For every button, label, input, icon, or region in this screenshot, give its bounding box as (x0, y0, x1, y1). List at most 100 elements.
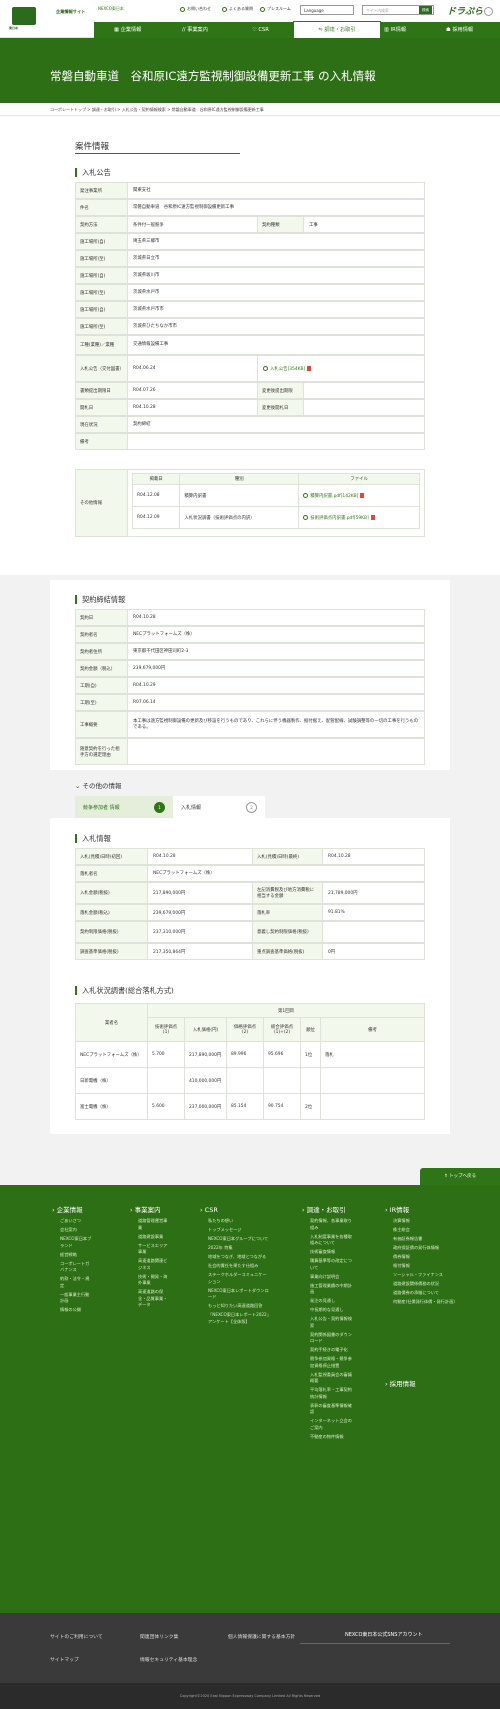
footer-column-title[interactable]: › CSR (200, 1206, 270, 1214)
menu-icon[interactable] (484, 7, 493, 16)
status-heading: 入札状況調書(総合落札方式) (75, 986, 174, 995)
footer-column-title[interactable]: › 採用情報 (385, 1380, 455, 1388)
footer-link[interactable]: 契約情報、各事業取り組み (310, 1218, 352, 1231)
footer-link[interactable]: 約款・法令・規定 (60, 1276, 92, 1289)
footer-link[interactable]: 地域をつなぎ、地域とつながる (208, 1254, 270, 1261)
site-title[interactable]: 企業情報サイト (56, 9, 86, 15)
footer-link[interactable]: NEXCO東日本グループについて (208, 1236, 270, 1243)
tab-competitor-info[interactable]: 競争参加者 情報 1 (75, 796, 173, 818)
footer-link[interactable]: 発注の見通し (310, 1298, 352, 1305)
footer-link[interactable]: 私たちの想い (208, 1218, 270, 1225)
footer-link[interactable]: 技術審査情報 (310, 1249, 352, 1256)
footer-link[interactable]: 「NEXCO東日本レポート2022」アンケート【全体版】 (208, 1312, 270, 1325)
row-value: 本工事は遠方監視制御設備の更新及び移設を行うものであり、これらに伴う機器製作、据… (133, 718, 419, 730)
footer-link[interactable]: 高速道路の保全・品質事業・データ (138, 1289, 170, 1309)
tab-bid-info[interactable]: 入札情報 2 (173, 796, 265, 818)
footer-link[interactable]: ステークホルダーコミュニケーション (208, 1272, 270, 1285)
download-icon (263, 366, 268, 371)
footer-link[interactable]: 情報の公開 (60, 1307, 92, 1314)
footer-column-title[interactable]: › 企業情報 (52, 1206, 92, 1214)
footer-link[interactable]: 会社案内 (60, 1227, 92, 1234)
bottom-link-security[interactable]: 情報セキュリティ基本理念 (140, 1656, 197, 1663)
bottom-link-related[interactable]: 関連団体リンク集 (140, 1633, 178, 1640)
footer-link[interactable]: 事業向け説明会 (310, 1274, 352, 1281)
footer-link[interactable]: NEXCO東日本ブランド (60, 1236, 92, 1249)
footer-column-title[interactable]: › 事業案内 (130, 1206, 170, 1214)
breadcrumb-item[interactable]: コーポレートトップ (50, 107, 86, 112)
nav-item-business[interactable]: // 事業案内 (182, 22, 208, 38)
table-row: 施工場所(自) 茨城県坂川市 (75, 267, 425, 284)
row-value: 21,789,000円 (328, 891, 358, 896)
footer-link[interactable]: ソーシャル・ファイナンス (393, 1272, 455, 1279)
footer-link[interactable]: サービスエリア事業 (138, 1243, 170, 1256)
footer-link[interactable]: 中長期的な見通し (310, 1307, 352, 1314)
footer-link[interactable]: 経営戦略 (60, 1252, 92, 1259)
footer-link[interactable]: 入札制度事業を各種取組みについて (310, 1234, 352, 1247)
footer-link[interactable]: 契約関係図書のダウンロード (310, 1332, 352, 1345)
language-select[interactable]: Language (300, 5, 354, 15)
table-row: NECプラットフォームズ（株） 5.700 217,890,000円 89.996 95… (75, 1041, 425, 1068)
footer-link[interactable]: コーポレートガバナンス (60, 1261, 92, 1274)
breadcrumb-item[interactable]: 調達・お取引 (92, 107, 116, 112)
footer-link[interactable]: 施工管理業績の中期計画 (310, 1283, 352, 1296)
footer-link[interactable]: 一般事業主行動計画 (60, 1292, 92, 1305)
footer-link[interactable]: 決算情報 (393, 1218, 455, 1225)
nav-item-recruit[interactable]: ☗ 採用情報 (446, 22, 473, 38)
footer-link[interactable]: 株主総会 (393, 1227, 455, 1234)
nav-item-csr[interactable]: ♡ CSR (252, 22, 269, 38)
footer-link[interactable]: 不動産の物件情報 (310, 1434, 352, 1441)
file-link[interactable]: 積算内訳書.pdf[142KB] (298, 484, 420, 507)
footer-link[interactable]: 道路建設事業 (138, 1234, 170, 1241)
footer-link[interactable]: 入札監視委員会の審議概要 (310, 1372, 352, 1385)
footer-link[interactable]: 道路建設関係債務の状況 (393, 1281, 455, 1288)
footer-link[interactable]: もっと知りたい高速道路回答 (208, 1303, 270, 1310)
footer-column-title[interactable]: › 調達・お取引 (302, 1206, 352, 1214)
footer-link[interactable]: 政府保証債の発行体情報 (393, 1245, 455, 1252)
drapura-logo[interactable]: ドラぷら (447, 4, 483, 17)
col-header: 総合評価点(1)+(2) (263, 1017, 301, 1042)
footer-column-title[interactable]: › IR情報 (385, 1206, 455, 1214)
file-link[interactable]: 技術評価点内訳書.pdf[59KB] (298, 506, 420, 529)
nav-item-corporate[interactable]: ▦ 企業情報 (114, 22, 141, 38)
bottom-link-privacy[interactable]: 個人情報保護に関する基本方針 (228, 1633, 295, 1640)
footer-link[interactable]: トップメッセージ (208, 1227, 270, 1234)
footer-link[interactable]: 契約手続きの電子化 (310, 1347, 352, 1354)
row-label: 現在状況 (76, 417, 128, 432)
search-button[interactable]: 検索 (419, 6, 432, 14)
footer-link[interactable]: 入札公告・契約情報検索 (310, 1316, 352, 1329)
bottom-link-usage[interactable]: サイトのご利用について (50, 1633, 103, 1640)
nexco-logo[interactable] (12, 7, 36, 25)
footer-link[interactable]: 道路管理運営事業 (138, 1218, 170, 1231)
util-link-press[interactable]: プレスルーム (260, 6, 291, 14)
util-link-contact[interactable]: お問い合わせ (180, 6, 211, 14)
breadcrumb-item[interactable]: 入札公告・契約情報検索 (122, 107, 166, 112)
footer-link[interactable]: 格付情報 (393, 1263, 455, 1270)
util-link-faq[interactable]: よくある質問 (222, 6, 253, 14)
footer-link[interactable]: 社会的責任を果たす仕組み (208, 1263, 270, 1270)
back-to-top-button[interactable]: ⇑ トップへ戻る (420, 1168, 500, 1185)
row-value: R04.07.26 (128, 383, 258, 398)
nav-item-ir[interactable]: ▥ IR情報 (384, 22, 406, 38)
footer-link[interactable]: 表彰の審査基準情報確認 (310, 1403, 352, 1416)
footer-link[interactable]: 競争参加資格・競争参加資格停止措置 (310, 1356, 352, 1369)
footer-link[interactable]: 債券情報 (393, 1254, 455, 1261)
cell-peval: 85.154 (226, 1093, 264, 1120)
footer-link[interactable]: 道路債券の承継について (393, 1290, 455, 1297)
divider (0, 115, 500, 116)
top-link[interactable]: NEXCO東日本 (98, 6, 124, 12)
bottom-link-sitemap[interactable]: サイトマップ (50, 1656, 79, 1663)
footer-link[interactable]: 何動産(社債発行体債・発行計画) (393, 1299, 455, 1306)
nav-item-procurement[interactable]: ⇋ 調達・お取引 (293, 21, 381, 39)
footer-link[interactable]: 積算基準等の改定について (310, 1258, 352, 1271)
footer-link[interactable]: ごあいさつ (60, 1218, 92, 1225)
footer-link[interactable]: 平均落札率・工事契約統計情報 (310, 1387, 352, 1400)
footer-link[interactable]: 有価証券報告書 (393, 1236, 455, 1243)
file-link[interactable]: 入札公告[354KB] (258, 356, 424, 381)
footer-link[interactable]: インターネット立会のご案内 (310, 1418, 352, 1431)
col-header: 入札価格(円) (184, 1017, 227, 1042)
footer-link[interactable]: 2022年 特集 (208, 1245, 270, 1252)
footer-link[interactable]: 高速道路関連ビジネス (138, 1258, 170, 1271)
footer-link[interactable]: NEXCO東日本レポートダウンロード (208, 1288, 270, 1301)
row-label: 変更後開札日 (258, 400, 304, 415)
footer-link[interactable]: 技術・開発・海外事業 (138, 1274, 170, 1287)
